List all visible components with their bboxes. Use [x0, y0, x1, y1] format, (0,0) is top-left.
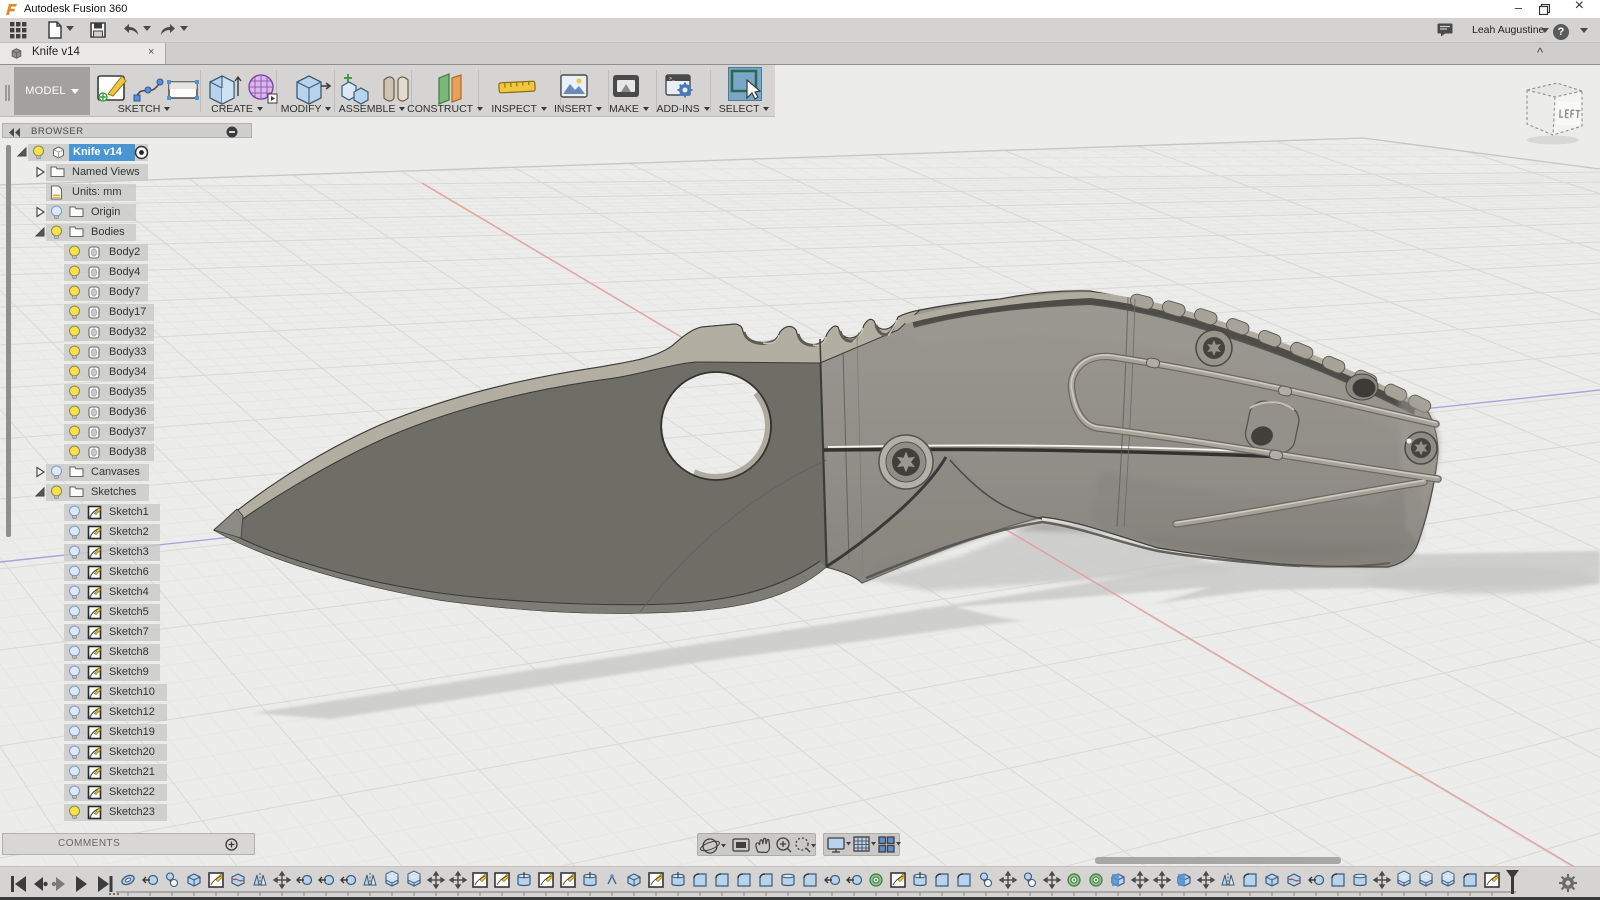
svg-text:>_: >_ — [669, 76, 676, 82]
